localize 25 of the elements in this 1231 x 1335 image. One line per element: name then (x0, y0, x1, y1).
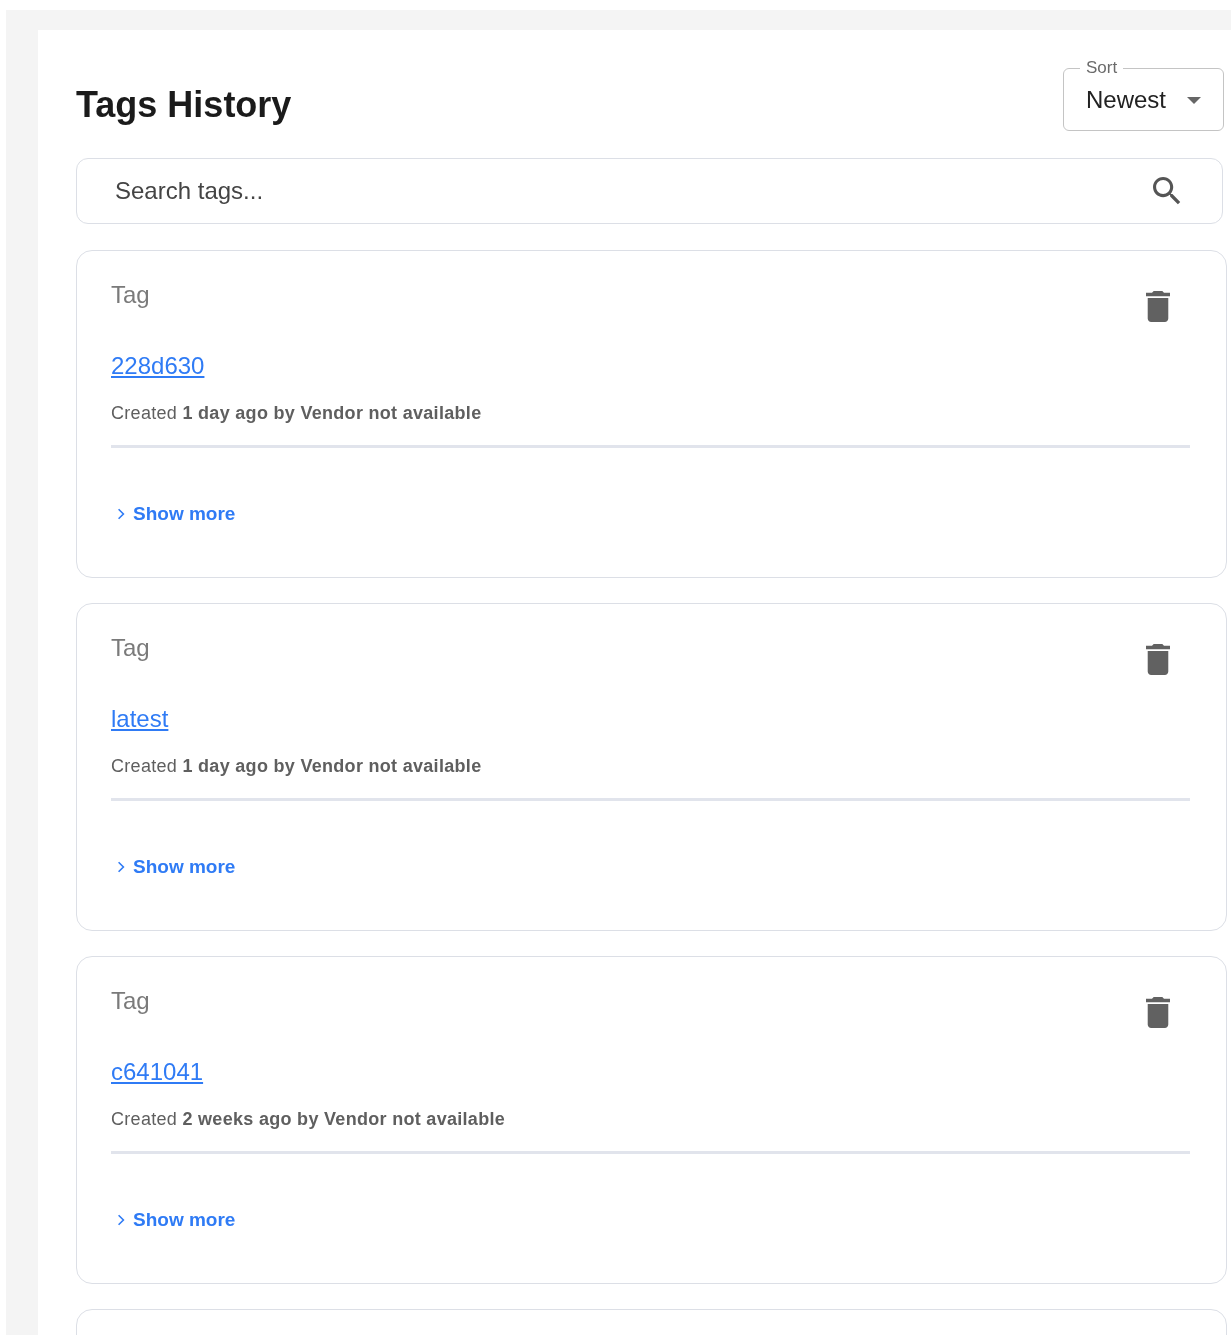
sort-label: Sort (1085, 58, 1119, 78)
show-more-button[interactable]: Show more (111, 500, 236, 529)
trash-icon[interactable] (1146, 997, 1170, 1028)
trash-icon[interactable] (1146, 644, 1170, 675)
page-title: Tags History (76, 83, 292, 127)
dropdown-caret-icon (1187, 96, 1201, 104)
tag-label: Tag (111, 633, 150, 663)
tag-label: Tag (111, 280, 150, 310)
tag-link[interactable]: c641041 (111, 1054, 204, 1090)
created-info: Created 1 day ago by Vendor not available (111, 755, 482, 778)
tag-link[interactable]: latest (111, 701, 169, 737)
sort-select[interactable]: Sort Newest (1063, 58, 1224, 131)
tag-link[interactable]: 228d630 (111, 348, 205, 384)
show-more-button[interactable]: Show more (111, 853, 236, 882)
search-icon[interactable] (1153, 177, 1181, 205)
search-field[interactable]: Search tags... (76, 158, 1223, 224)
sort-value: Newest (1086, 85, 1167, 115)
created-info: Created 1 day ago by Vendor not available (111, 402, 482, 425)
tag-label: Tag (111, 986, 150, 1016)
show-more-button[interactable]: Show more (111, 1206, 236, 1235)
created-info: Created 2 weeks ago by Vendor not available (111, 1108, 506, 1131)
trash-icon[interactable] (1146, 291, 1170, 322)
chevron-icon (117, 508, 125, 521)
chevron-icon (117, 1214, 125, 1227)
chevron-icon (117, 861, 125, 874)
